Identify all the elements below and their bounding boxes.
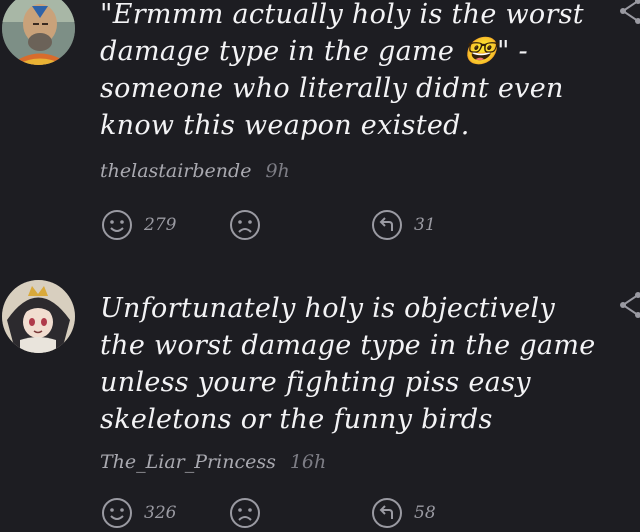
upvote-button[interactable]: 279 [100,208,176,242]
comment-author[interactable]: thelastairbende [100,160,251,182]
comment-meta: thelastairbende 9h [100,160,290,182]
frown-face-icon [228,496,262,530]
frown-face-icon [228,208,262,242]
comment-actions: 279 31 [100,208,520,244]
reply-button[interactable]: 58 [370,496,436,530]
upvote-count: 326 [144,503,177,523]
share-icon[interactable] [618,0,640,26]
comment-body: "Ermmm actually holy is the worst damage… [100,0,584,141]
reply-arrow-icon [370,208,404,242]
reply-count: 58 [414,503,436,523]
downvote-button[interactable] [228,208,262,242]
upvote-button[interactable]: 326 [100,496,176,530]
upvote-count: 279 [144,215,177,235]
comment-author[interactable]: The_Liar_Princess [100,451,276,473]
reply-button[interactable]: 31 [370,208,436,242]
comment-age: 9h [265,160,290,182]
smile-face-icon [100,496,134,530]
smile-face-icon [100,208,134,242]
comment-body: Unfortunately holy is objectively the wo… [100,293,596,435]
downvote-button[interactable] [228,496,262,530]
reply-count: 31 [414,215,436,235]
comment-age: 16h [289,451,327,473]
bald-monk-avatar[interactable] [2,0,75,65]
share-icon[interactable] [618,290,640,320]
reply-arrow-icon [370,496,404,530]
comment-meta: The_Liar_Princess 16h [100,451,326,473]
anime-girl-crown-avatar[interactable] [2,280,75,353]
